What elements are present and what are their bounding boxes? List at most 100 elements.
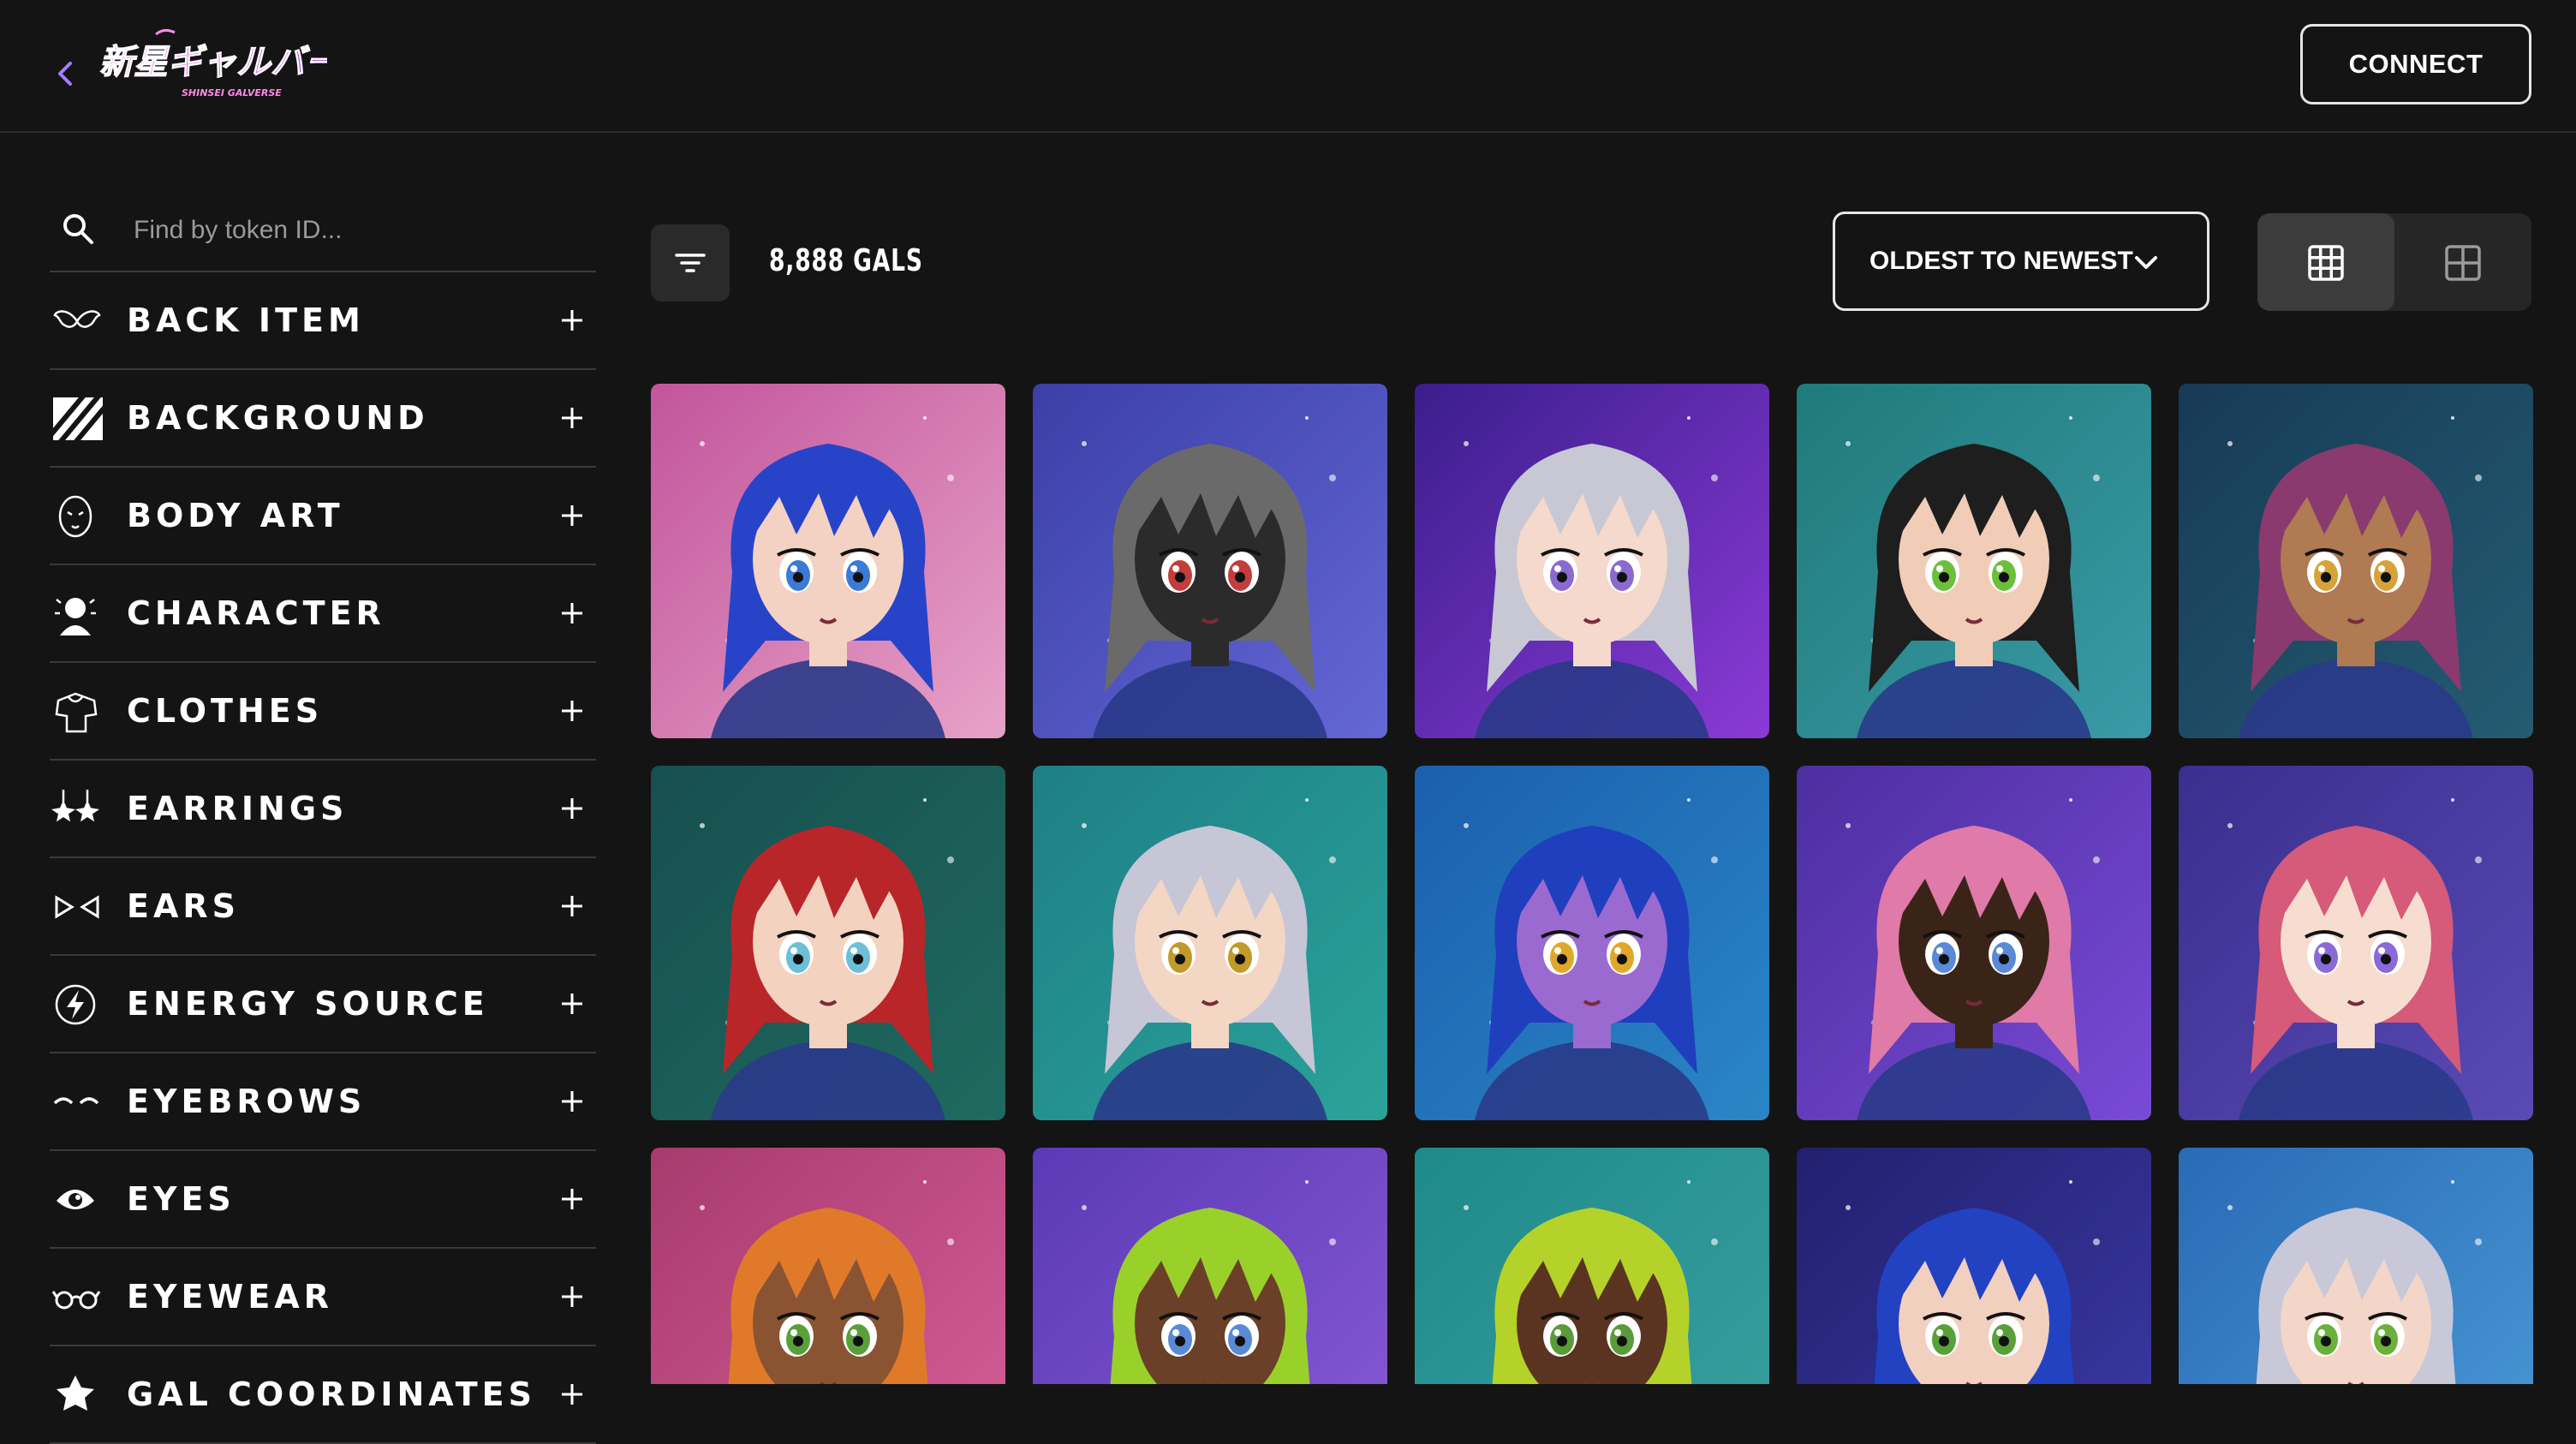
filter-gal-coordinates[interactable]: GAL COORDINATES	[50, 1346, 596, 1444]
gal-tile[interactable]	[651, 384, 1005, 738]
filter-label: BODY ART	[127, 497, 344, 534]
gal-tile[interactable]	[1797, 384, 2151, 738]
avatar-image	[1797, 766, 2151, 1120]
avatar-image	[2179, 766, 2533, 1120]
filter-toggle-button[interactable]	[651, 224, 730, 301]
avatar-image	[1415, 1148, 1769, 1384]
avatar-image	[1033, 1148, 1387, 1384]
grid-large-view-button[interactable]	[2394, 213, 2531, 311]
filter-lines-icon	[675, 254, 706, 272]
grid-3x3-icon	[2308, 245, 2344, 281]
filter-eyebrows[interactable]: EYEBROWS	[50, 1053, 596, 1151]
filter-label: EYES	[127, 1180, 236, 1218]
filter-body-art[interactable]: BODY ART	[50, 468, 596, 565]
gal-tile[interactable]	[1033, 766, 1387, 1120]
trait-filter-list: BACK ITEM BACKGROUND BODY ART CHARACTER	[50, 272, 596, 1444]
mask-icon	[58, 495, 92, 538]
filter-label: EYEBROWS	[127, 1083, 367, 1120]
filter-character[interactable]: CHARACTER	[50, 565, 596, 663]
result-count: 8,888 GALS	[769, 243, 923, 278]
plus-icon	[562, 1384, 582, 1405]
plus-icon	[562, 1091, 582, 1112]
view-mode-toggle	[2257, 213, 2531, 311]
avatar-image	[1797, 384, 2151, 738]
avatar-image	[1033, 766, 1387, 1120]
plus-icon	[562, 1286, 582, 1307]
eye-icon	[57, 1190, 94, 1209]
gal-tile[interactable]	[1033, 384, 1387, 738]
wings-icon	[53, 310, 101, 328]
gal-tile[interactable]	[1797, 766, 2151, 1120]
logo[interactable]: 新星ギャルバース SHINSEI GALVERSE	[96, 26, 373, 103]
plus-icon	[562, 896, 582, 916]
shirt-icon	[55, 692, 98, 733]
connect-button[interactable]: CONNECT	[2300, 24, 2531, 104]
filter-back-item[interactable]: BACK ITEM	[50, 272, 596, 370]
gal-tile[interactable]	[1415, 1148, 1769, 1384]
filter-clothes[interactable]: CLOTHES	[50, 663, 596, 761]
filter-energy-source[interactable]: ENERGY SOURCE	[50, 956, 596, 1053]
plus-icon	[562, 408, 582, 428]
ears-icon	[55, 895, 99, 919]
avatar-image	[1415, 766, 1769, 1120]
plus-icon	[562, 310, 582, 331]
search-icon	[63, 214, 93, 244]
gal-tile[interactable]	[2179, 384, 2533, 738]
star-icon	[57, 1375, 94, 1411]
gal-tile[interactable]	[1033, 1148, 1387, 1384]
filter-label: EYEWEAR	[127, 1278, 333, 1316]
plus-icon	[562, 1189, 582, 1209]
chevron-down-icon	[2135, 256, 2157, 269]
plus-icon	[562, 505, 582, 526]
filter-label: CLOTHES	[127, 692, 324, 730]
gal-tile[interactable]	[1797, 1148, 2151, 1384]
sort-dropdown[interactable]: OLDEST TO NEWEST	[1833, 212, 2209, 311]
filter-eyes[interactable]: EYES	[50, 1151, 596, 1249]
grid-2x2-icon	[2445, 245, 2481, 281]
back-button[interactable]	[51, 57, 79, 91]
earrings-icon	[51, 790, 99, 822]
gal-tile[interactable]	[1415, 766, 1769, 1120]
eyebrows-icon	[53, 1097, 99, 1105]
sort-label: OLDEST TO NEWEST	[1869, 247, 2133, 275]
svg-text:SHINSEI GALVERSE: SHINSEI GALVERSE	[182, 87, 282, 98]
avatar-image	[2179, 384, 2533, 738]
plus-icon	[562, 798, 582, 819]
token-search	[50, 188, 596, 272]
filter-background[interactable]: BACKGROUND	[50, 370, 596, 468]
filter-ears[interactable]: EARS	[50, 858, 596, 956]
filter-label: CHARACTER	[127, 594, 385, 632]
avatar-image	[651, 384, 1005, 738]
gal-tile[interactable]	[651, 1148, 1005, 1384]
avatar-image	[2179, 1148, 2533, 1384]
lightning-icon	[55, 984, 96, 1025]
gal-tile[interactable]	[2179, 1148, 2533, 1384]
top-bar: 新星ギャルバース SHINSEI GALVERSE CONNECT	[0, 0, 2576, 133]
search-input[interactable]	[132, 206, 581, 255]
avatar-image	[1797, 1148, 2151, 1384]
grid-small-view-button[interactable]	[2257, 213, 2394, 311]
glasses-icon	[51, 1291, 101, 1310]
filter-label: EARS	[127, 887, 240, 925]
character-icon	[55, 598, 96, 635]
chevron-left-icon	[58, 62, 72, 86]
plus-icon	[562, 701, 582, 721]
filter-label: EARRINGS	[127, 790, 349, 827]
filter-label: BACK ITEM	[127, 301, 365, 339]
filter-label: BACKGROUND	[127, 399, 429, 437]
filter-label: GAL COORDINATES	[127, 1375, 536, 1413]
avatar-image	[1033, 384, 1387, 738]
plus-icon	[562, 993, 582, 1014]
filter-earrings[interactable]: EARRINGS	[50, 761, 596, 858]
gal-tile[interactable]	[651, 766, 1005, 1120]
galverse-logo: 新星ギャルバース SHINSEI GALVERSE	[98, 28, 373, 98]
filter-eyewear[interactable]: EYEWEAR	[50, 1249, 596, 1346]
avatar-image	[651, 1148, 1005, 1384]
plus-icon	[562, 603, 582, 624]
gal-tile[interactable]	[1415, 384, 1769, 738]
avatar-image	[651, 766, 1005, 1120]
filter-label: ENERGY SOURCE	[127, 985, 489, 1023]
gal-grid	[651, 384, 2535, 1384]
stripes-icon	[53, 397, 103, 440]
gal-tile[interactable]	[2179, 766, 2533, 1120]
